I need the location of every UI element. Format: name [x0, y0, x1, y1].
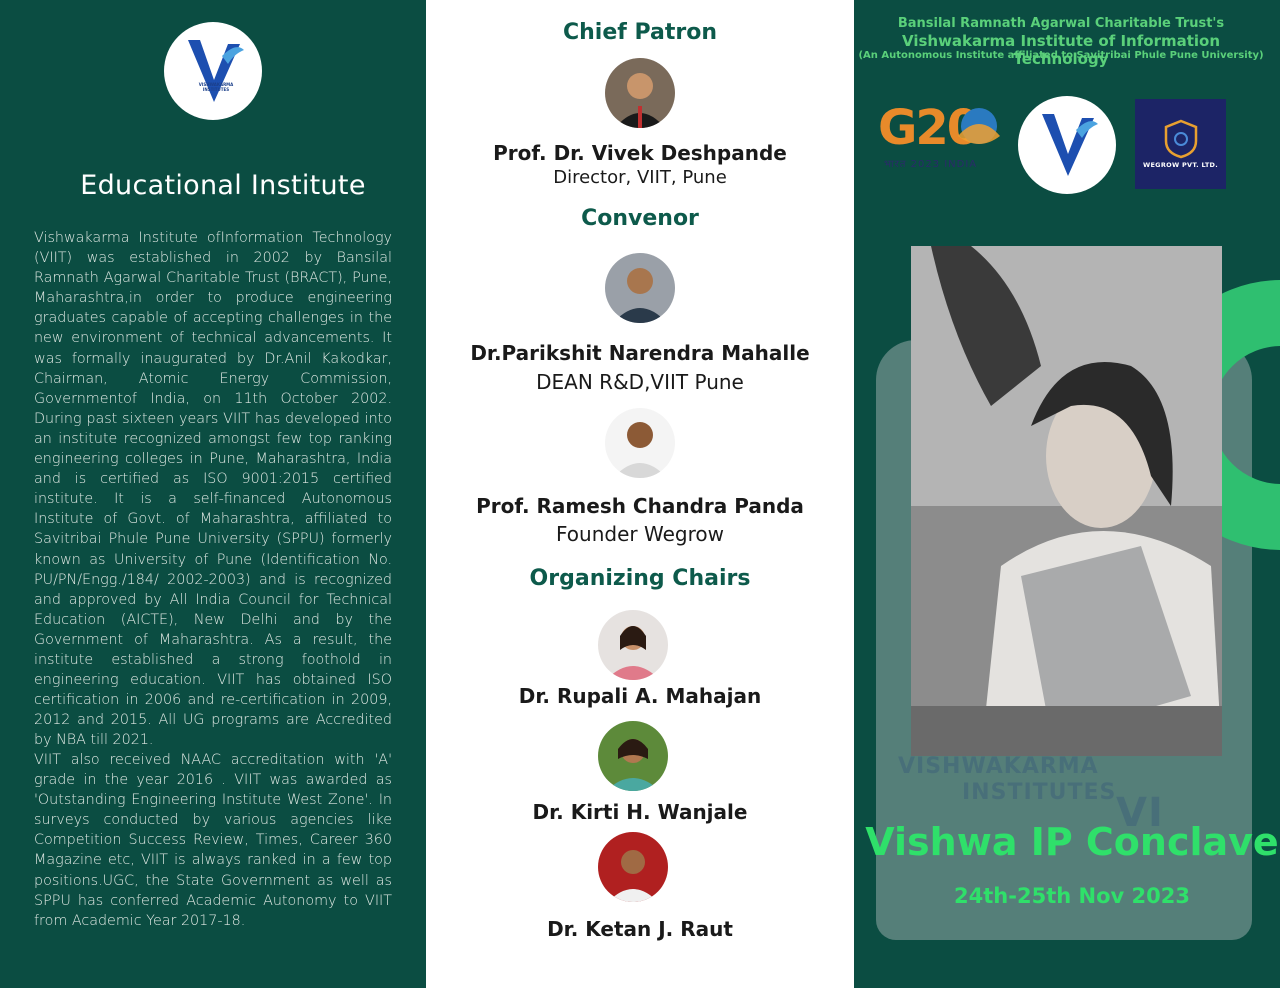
chief-patron-title: Chief Patron [562, 20, 718, 45]
g20-subtext: भारत 2023 INDIA [884, 159, 978, 170]
convenor-2-name: Prof. Ramesh Chandra Panda [476, 494, 804, 518]
convenor-1-name: Dr.Parikshit Narendra Mahalle [470, 341, 810, 365]
chief-patron-role: Director, VIIT, Pune [553, 167, 727, 188]
left-panel: VISHWAKARMA INSTITUTES Educational Insti… [0, 0, 426, 988]
vi-logo-icon: VISHWAKARMA INSTITUTES [164, 22, 262, 120]
organizing-chairs-title: Organizing Chairs [529, 566, 751, 591]
section-heading: Educational Institute [80, 170, 366, 201]
watermark-line1: VISHWAKARMA [898, 754, 1099, 779]
event-title: Vishwa IP Conclave [865, 820, 1279, 864]
convenor-1-role: DEAN R&D,VIIT Pune [536, 370, 744, 394]
wegrow-name: WEGROW PVT. LTD. [1142, 161, 1219, 169]
affiliation-text: (An Autonomous Institute affiliated to S… [858, 50, 1264, 61]
chair-1-name: Dr. Rupali A. Mahajan [518, 684, 762, 708]
avatar-convenor-2 [605, 408, 675, 478]
vi-logo-icon [1018, 96, 1116, 194]
chair-2-name: Dr. Kirti H. Wanjale [532, 800, 748, 824]
middle-panel: Chief Patron Prof. Dr. Vivek Deshpande D… [426, 0, 854, 988]
hero-photo [911, 246, 1222, 756]
chief-patron-name: Prof. Dr. Vivek Deshpande [493, 141, 787, 165]
event-dates: 24th-25th Nov 2023 [954, 884, 1190, 908]
g20-logo-icon: G20 भारत 2023 INDIA [878, 96, 1008, 176]
convenor-2-role: Founder Wegrow [556, 522, 724, 546]
trust-name: Bansilal Ramnath Agarwal Charitable Trus… [897, 16, 1225, 31]
institute-achievements: VIIT also received NAAC accreditation wi… [34, 752, 392, 929]
vi-logo-text: VISHWAKARMA INSTITUTES [198, 82, 234, 92]
avatar-chief-patron [605, 58, 675, 128]
avatar-convenor-1 [605, 253, 675, 323]
wegrow-logo-icon: WEGROW PVT. LTD. [1135, 99, 1226, 189]
right-panel: Bansilal Ramnath Agarwal Charitable Trus… [854, 0, 1280, 988]
watermark-line2: INSTITUTES [962, 780, 1117, 805]
institute-description: Vishwakarma Institute ofInformation Tech… [34, 230, 392, 749]
avatar-chair-3 [598, 832, 668, 902]
convenor-title: Convenor [581, 206, 699, 231]
avatar-chair-1 [598, 610, 668, 680]
avatar-chair-2 [598, 721, 668, 791]
chair-3-name: Dr. Ketan J. Raut [547, 917, 733, 941]
